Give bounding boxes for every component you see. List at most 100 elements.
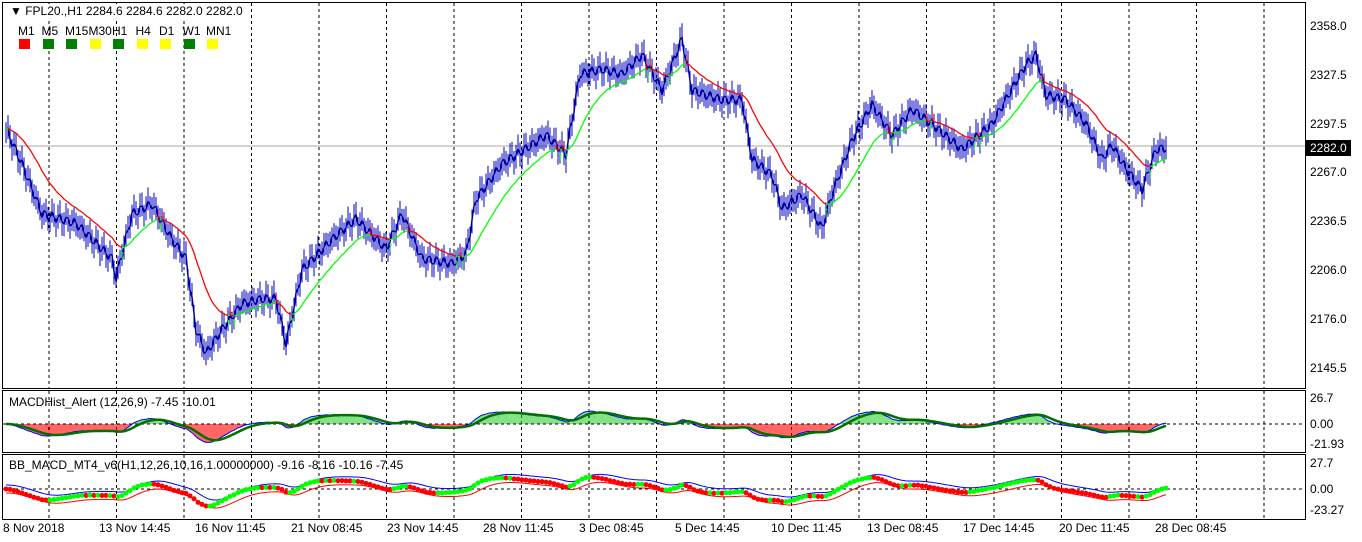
- trail-down-segment: [731, 91, 735, 94]
- trail-down-segment: [819, 198, 823, 202]
- trail-up-segment: [679, 64, 683, 68]
- time-tick: 28 Nov 11:45: [483, 521, 554, 535]
- trail-down-segment: [27, 146, 31, 151]
- trail-up-segment: [1011, 112, 1015, 117]
- timeframe-status-box: [160, 39, 171, 49]
- trail-up-segment: [589, 106, 593, 111]
- trail-up-segment: [323, 272, 327, 277]
- trail-down-segment: [77, 209, 81, 212]
- trail-up-segment: [481, 228, 485, 233]
- trail-up-segment: [145, 224, 149, 228]
- trail-up-segment: [1017, 105, 1021, 109]
- ind2-axis-max: 27.7: [1310, 456, 1334, 470]
- trail-down-segment: [91, 219, 95, 223]
- trail-down-segment: [747, 100, 751, 106]
- symbol-title: ▼ FPL20.,H1 2284.6 2284.6 2282.0 2282.0: [8, 4, 245, 18]
- trail-down-segment: [753, 112, 757, 118]
- trail-down-segment: [285, 310, 289, 314]
- timeframe-label: M15: [65, 24, 89, 38]
- trail-down-segment: [379, 235, 383, 239]
- trail-up-segment: [629, 76, 633, 79]
- trail-up-segment: [519, 174, 523, 178]
- trail-down-segment: [763, 130, 767, 136]
- trail-up-segment: [353, 240, 357, 244]
- trail-up-segment: [475, 239, 479, 244]
- trail-up-segment: [911, 123, 915, 126]
- trail-down-segment: [691, 67, 695, 70]
- bb-macd-dot: [1163, 485, 1169, 491]
- trail-down-segment: [201, 276, 205, 284]
- trail-down-segment: [749, 104, 753, 110]
- trail-down-segment: [773, 146, 777, 150]
- trail-up-segment: [137, 232, 141, 236]
- trail-down-segment: [1093, 112, 1097, 117]
- time-tick: 5 Dec 14:45: [675, 521, 740, 535]
- trail-down-segment: [85, 215, 89, 218]
- trail-down-segment: [745, 97, 749, 102]
- trail-down-segment: [1131, 150, 1135, 155]
- trail-up-segment: [537, 157, 541, 161]
- trail-down-segment: [445, 251, 449, 255]
- trail-down-segment: [53, 187, 57, 192]
- trail-down-segment: [71, 204, 75, 208]
- trail-down-segment: [47, 180, 51, 184]
- trail-down-segment: [105, 231, 109, 235]
- trail-down-segment: [49, 183, 53, 187]
- trail-down-segment: [163, 219, 167, 222]
- trail-down-segment: [1075, 96, 1079, 99]
- trail-up-segment: [599, 94, 603, 98]
- trail-down-segment: [419, 235, 423, 239]
- trail-down-segment: [701, 75, 705, 78]
- trail-down-segment: [957, 131, 961, 135]
- trail-up-segment: [309, 290, 313, 294]
- trail-down-segment: [789, 173, 793, 177]
- trail-up-segment: [513, 181, 517, 185]
- trail-down-segment: [715, 84, 719, 87]
- ind2-axis-zero: 0.00: [1310, 482, 1334, 496]
- main-price-chart[interactable]: ↑ ↓ ↑ ↓ ↑ ↓ ↑ ↓ ↑ ↓ ↑ ↓ ↑ ↓ ↑ ↓ ↑ ↓ ↑ ↓ ↑ ↓ ↑ ↓ ↑ ↓ ↑ ↓ ↑ ↓ ↑ ↓ ↑ ↓ ↑: [2, 2, 1306, 389]
- trail-down-segment: [59, 194, 63, 198]
- buy-arrow-icon: ↑: [889, 132, 896, 148]
- buy-arrow-icon: ↑: [645, 68, 652, 84]
- trail-down-segment: [785, 167, 789, 172]
- bb-macd-window[interactable]: BB_MACD_MT4_v6(H1,12,26,10,16,1.00000000…: [2, 454, 1306, 520]
- trail-up-segment: [901, 129, 905, 132]
- trail-down-segment: [713, 83, 717, 86]
- trail-up-segment: [981, 135, 985, 138]
- trail-down-segment: [433, 246, 437, 249]
- trail-down-segment: [939, 122, 943, 125]
- macd-hist-alert-window[interactable]: MACDHist_Alert (12,26,9) -7.45 -10.01: [2, 390, 1306, 453]
- timeframe-label: MN1: [206, 24, 232, 38]
- trail-up-segment: [605, 88, 609, 92]
- trail-down-segment: [41, 170, 45, 175]
- trail-up-segment: [873, 138, 877, 142]
- trail-up-segment: [257, 305, 261, 309]
- trail-down-segment: [25, 143, 29, 148]
- trail-down-segment: [67, 201, 71, 205]
- trail-up-segment: [501, 196, 505, 201]
- trail-up-segment: [907, 125, 911, 129]
- trail-up-segment: [879, 133, 883, 136]
- trail-down-segment: [1045, 82, 1049, 85]
- trail-up-segment: [871, 141, 875, 145]
- timeframe-label: M5: [41, 24, 59, 38]
- trail-down-segment: [655, 70, 659, 73]
- trail-down-segment: [1143, 164, 1147, 167]
- trail-down-segment: [211, 301, 215, 305]
- trail-down-segment: [111, 237, 115, 241]
- trail-up-segment: [463, 255, 467, 258]
- trail-down-segment: [1077, 97, 1081, 101]
- trail-down-segment: [1085, 104, 1089, 107]
- trail-down-segment: [173, 225, 177, 229]
- trail-up-segment: [835, 198, 839, 201]
- timeframe-status-box: [136, 39, 148, 49]
- trail-up-segment: [521, 172, 525, 176]
- trail-down-segment: [659, 72, 663, 75]
- trail-down-segment: [1057, 87, 1061, 90]
- trail-up-segment: [127, 242, 131, 246]
- ind1-axis-zero: 0.00: [1310, 417, 1334, 431]
- symbol-line: FPL20.,H1 2284.6 2284.6 2282.0 2282.0: [25, 4, 243, 18]
- trail-up-segment: [489, 215, 493, 220]
- trail-up-segment: [471, 246, 475, 252]
- trail-up-segment: [1023, 97, 1027, 101]
